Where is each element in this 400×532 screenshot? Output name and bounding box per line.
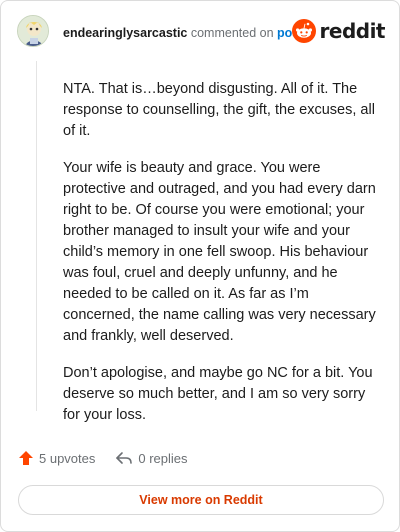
reddit-snoo-icon [291,19,316,43]
avatar[interactable] [17,15,49,47]
avatar-image-icon [18,16,48,46]
upvote-arrow-icon [19,451,33,465]
comment-footer: 5 upvotes 0 replies [18,450,208,466]
upvote-count: 5 upvotes [39,450,96,466]
reply-arrow-icon [116,452,133,464]
upvote-button[interactable]: 5 upvotes [18,450,95,466]
view-more-button[interactable]: View more on Reddit [18,485,384,515]
view-more-label: View more on Reddit [139,493,263,507]
reddit-wordmark: reddit [319,19,386,43]
byline: endearinglysarcastic commented on post [63,26,303,40]
comment-paragraph: Don’t apologise, and maybe go NC for a b… [63,365,373,423]
comment-header: endearinglysarcastic commented on post r… [17,15,386,55]
embed-card: endearinglysarcastic commented on post r… [0,0,400,532]
reddit-logo[interactable]: reddit [291,19,386,43]
comment-body: NTA. That is…beyond disgusting. All of i… [63,79,383,442]
comment-paragraph: Your wife is beauty and grace. You were … [63,160,376,344]
comment-paragraph: NTA. That is…beyond disgusting. All of i… [63,81,375,139]
reply-count: 0 replies [138,450,188,466]
author-name[interactable]: endearinglysarcastic [63,26,187,40]
byline-action: commented on [190,26,274,40]
reply-button[interactable]: 0 replies [115,450,188,466]
thread-line[interactable] [36,61,37,411]
